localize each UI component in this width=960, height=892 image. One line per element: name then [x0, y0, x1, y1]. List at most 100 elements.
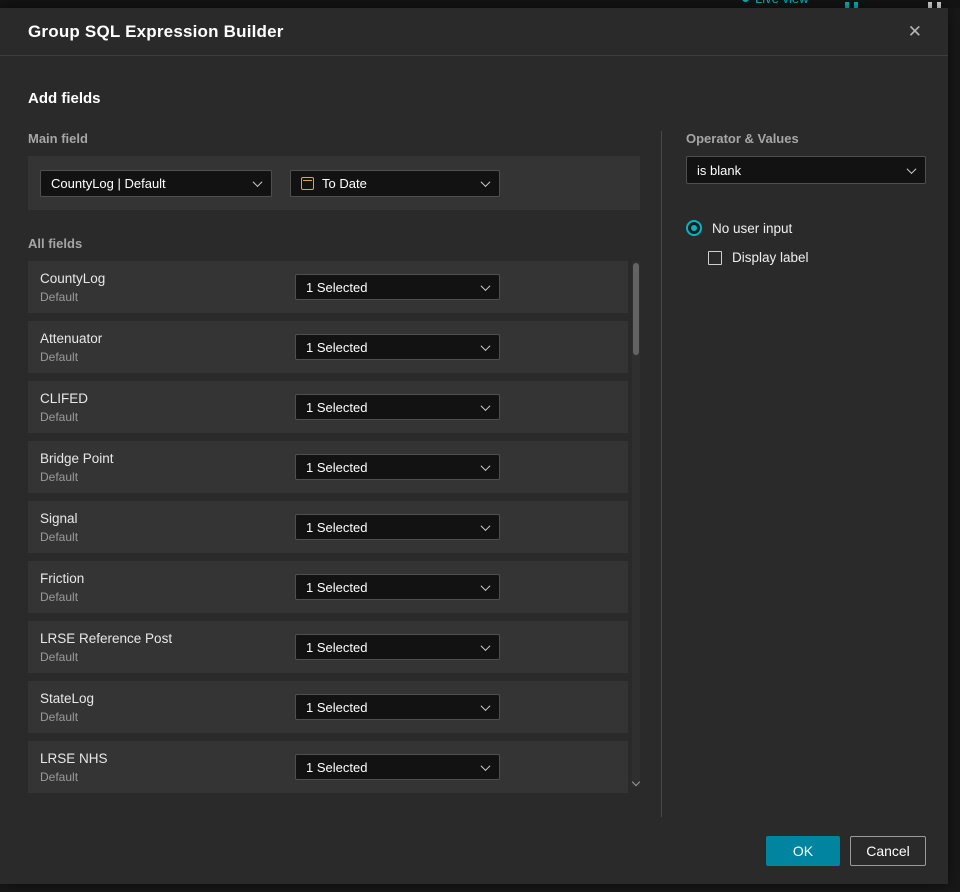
field-selected-dropdown[interactable]: 1 Selected [295, 394, 500, 420]
checkbox-unchecked-icon [708, 250, 722, 265]
field-name: Bridge Point [40, 450, 114, 466]
calendar-icon [301, 176, 314, 190]
field-selected-value: 1 Selected [306, 759, 368, 775]
field-selected-dropdown[interactable]: 1 Selected [295, 454, 500, 480]
main-field-label: Main field [28, 131, 88, 146]
no-user-input-label: No user input [712, 220, 793, 236]
field-row: CountyLog Default 1 Selected [28, 261, 628, 313]
chevron-down-icon [480, 760, 491, 771]
background-toolbar-strip: Live view [0, 0, 960, 8]
field-name: CLIFED [40, 390, 89, 406]
dialog-header: Group SQL Expression Builder ✕ [0, 8, 948, 56]
field-row: Attenuator Default 1 Selected [28, 321, 628, 373]
field-meta: Attenuator Default [40, 331, 295, 364]
fields-column: Main field CountyLog | Default To Date A… [28, 131, 641, 817]
field-subtitle: Default [40, 469, 79, 484]
ok-button[interactable]: OK [766, 836, 840, 866]
chevron-down-icon [480, 460, 491, 471]
field-row: StateLog Default 1 Selected [28, 681, 628, 733]
field-row: LRSE Reference Post Default 1 Selected [28, 621, 628, 673]
field-row: Signal Default 1 Selected [28, 501, 628, 553]
field-selected-dropdown[interactable]: 1 Selected [295, 574, 500, 600]
field-selected-value: 1 Selected [306, 459, 368, 475]
chevron-down-icon [480, 700, 491, 711]
field-selected-dropdown[interactable]: 1 Selected [295, 694, 500, 720]
all-fields-label: All fields [28, 236, 83, 251]
operator-values-label: Operator & Values [686, 131, 799, 146]
field-meta: LRSE NHS Default [40, 751, 295, 784]
field-meta: Friction Default [40, 571, 295, 604]
field-selected-value: 1 Selected [306, 339, 368, 355]
field-name: Friction [40, 570, 85, 586]
chevron-down-icon [480, 176, 491, 187]
chevron-down-icon [480, 340, 491, 351]
field-selected-dropdown[interactable]: 1 Selected [295, 514, 500, 540]
field-name: Signal [40, 510, 78, 526]
chevron-down-icon [480, 520, 491, 531]
live-dot-icon [742, 0, 749, 2]
operator-values-panel: Operator & Values is blank No user input… [662, 131, 926, 817]
field-selected-dropdown[interactable]: 1 Selected [295, 634, 500, 660]
field-meta: LRSE Reference Post Default [40, 631, 295, 664]
chevron-down-icon [480, 280, 491, 291]
main-field-select-value: CountyLog | Default [51, 175, 166, 191]
scrollbar-thumb[interactable] [633, 263, 639, 355]
cancel-button[interactable]: Cancel [850, 836, 926, 866]
dialog-footer: OK Cancel [0, 836, 948, 884]
field-subtitle: Default [40, 349, 79, 364]
chevron-down-icon [480, 400, 491, 411]
field-meta: StateLog Default [40, 691, 295, 724]
field-subtitle: Default [40, 649, 79, 664]
field-row: CLIFED Default 1 Selected [28, 381, 628, 433]
chevron-down-icon [252, 176, 263, 187]
add-fields-heading: Add fields [28, 90, 101, 107]
live-view-label: Live view [755, 0, 808, 6]
field-row: Friction Default 1 Selected [28, 561, 628, 613]
field-meta: CountyLog Default [40, 271, 295, 304]
field-selected-value: 1 Selected [306, 699, 368, 715]
main-field-date-value: To Date [322, 175, 367, 191]
operator-select[interactable]: is blank [686, 156, 926, 184]
field-subtitle: Default [40, 289, 79, 304]
field-rows-container: CountyLog Default 1 Selected Attenuator … [28, 261, 640, 793]
field-name: CountyLog [40, 270, 106, 286]
field-subtitle: Default [40, 709, 79, 724]
field-subtitle: Default [40, 589, 79, 604]
field-selected-value: 1 Selected [306, 579, 368, 595]
field-subtitle: Default [40, 409, 79, 424]
chevron-down-icon [480, 580, 491, 591]
radio-selected-icon [686, 220, 702, 236]
field-selected-value: 1 Selected [306, 519, 368, 535]
no-user-input-radio[interactable]: No user input [686, 220, 926, 236]
all-fields-list: CountyLog Default 1 Selected Attenuator … [28, 261, 641, 793]
field-meta: CLIFED Default [40, 391, 295, 424]
display-label-text: Display label [732, 250, 809, 265]
scrollbar[interactable] [631, 261, 641, 787]
chevron-down-icon [480, 640, 491, 651]
live-view-indicator: Live view [742, 0, 808, 6]
field-row: Bridge Point Default 1 Selected [28, 441, 628, 493]
field-meta: Bridge Point Default [40, 451, 295, 484]
field-name: Attenuator [40, 330, 103, 346]
field-name: LRSE NHS [40, 750, 108, 766]
field-subtitle: Default [40, 769, 79, 784]
field-subtitle: Default [40, 529, 79, 544]
group-sql-expression-builder-dialog: Group SQL Expression Builder ✕ Add field… [0, 8, 948, 884]
field-selected-value: 1 Selected [306, 639, 368, 655]
operator-select-value: is blank [697, 162, 742, 178]
field-selected-dropdown[interactable]: 1 Selected [295, 274, 500, 300]
display-label-checkbox[interactable]: Display label [708, 250, 926, 265]
field-name: LRSE Reference Post [40, 630, 173, 646]
field-meta: Signal Default [40, 511, 295, 544]
field-name: StateLog [40, 690, 95, 706]
chevron-down-icon [906, 163, 917, 174]
main-field-date-select[interactable]: To Date [290, 169, 500, 197]
field-selected-value: 1 Selected [306, 399, 368, 415]
field-selected-dropdown[interactable]: 1 Selected [295, 754, 500, 780]
main-field-row: CountyLog | Default To Date [28, 156, 640, 210]
main-field-select[interactable]: CountyLog | Default [40, 169, 272, 197]
field-selected-value: 1 Selected [306, 279, 368, 295]
close-icon[interactable]: ✕ [904, 19, 926, 44]
field-selected-dropdown[interactable]: 1 Selected [295, 334, 500, 360]
dialog-title: Group SQL Expression Builder [28, 21, 284, 41]
